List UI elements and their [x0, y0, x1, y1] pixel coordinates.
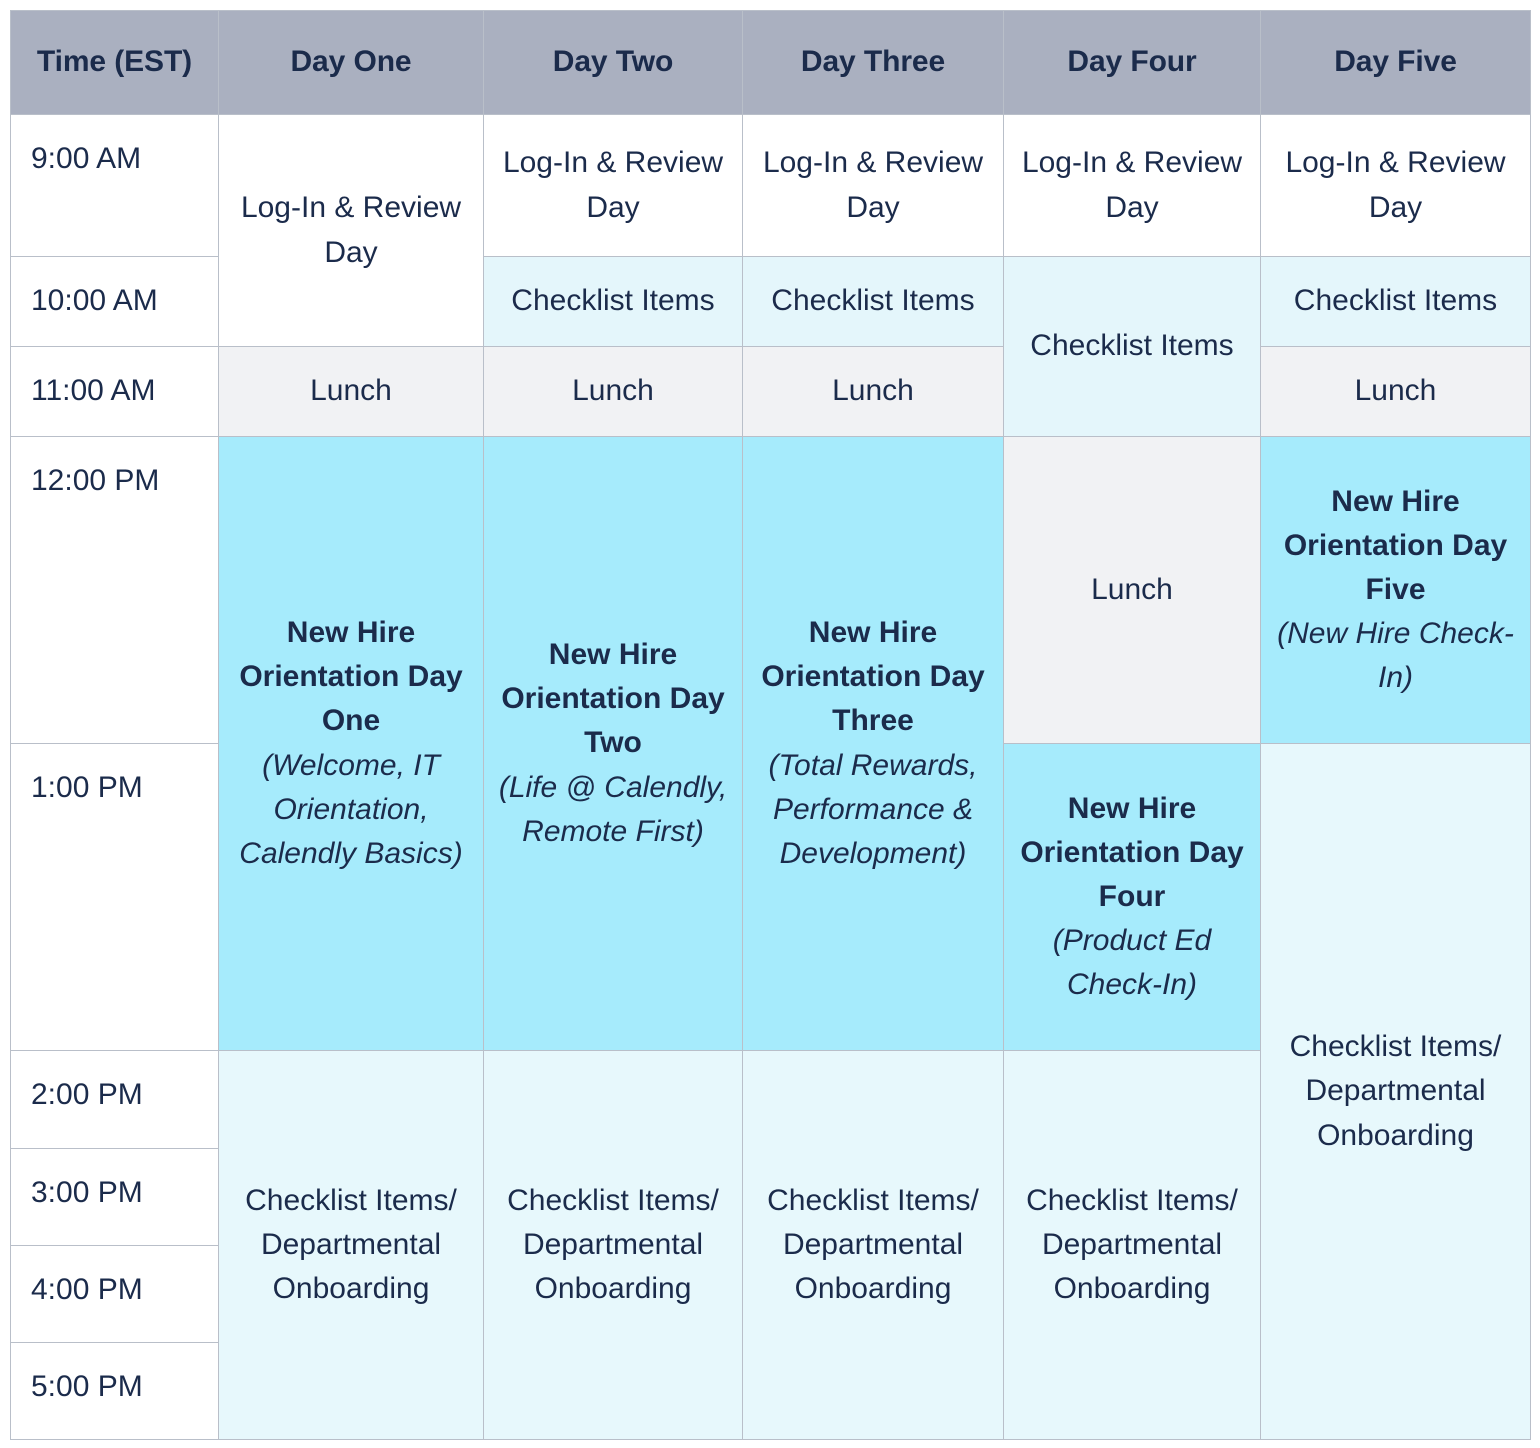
cell-day-three-login-review: Log-In & Review Day	[742, 114, 1004, 257]
cell-day-two-orientation: New Hire Orientation Day Two (Life @ Cal…	[483, 436, 743, 1051]
orientation-day-four-title: New Hire Orientation Day Four	[1020, 791, 1244, 913]
cell-day-four-orientation: New Hire Orientation Day Four (Product E…	[1003, 743, 1261, 1051]
cell-day-five-login-review: Log-In & Review Day	[1260, 114, 1531, 257]
cell-day-three-orientation: New Hire Orientation Day Three (Total Re…	[742, 436, 1004, 1051]
cell-day-two-lunch: Lunch	[483, 346, 743, 437]
column-header-day-five: Day Five	[1260, 10, 1531, 115]
time-label-11am: 11:00 AM	[10, 346, 219, 437]
time-label-9am: 9:00 AM	[10, 114, 219, 257]
orientation-day-two-subtitle: (Life @ Calendly, Remote First)	[498, 770, 728, 848]
orientation-day-five-title: New Hire Orientation Day Five	[1283, 484, 1508, 606]
time-label-12pm: 12:00 PM	[10, 436, 219, 744]
cell-day-two-checklist: Checklist Items	[483, 256, 743, 347]
table-header: Time (EST) Day One Day Two Day Three Day…	[10, 10, 1531, 115]
cell-day-four-lunch: Lunch	[1003, 436, 1261, 744]
table-row: 12:00 PM New Hire Orientation Day One (W…	[10, 436, 1531, 1051]
cell-day-five-checklist-departmental: Checklist Items/ Departmental Onboarding	[1260, 743, 1531, 1440]
cell-day-five-lunch: Lunch	[1260, 346, 1531, 437]
time-label-1pm: 1:00 PM	[10, 743, 219, 1051]
cell-day-three-lunch: Lunch	[742, 346, 1004, 437]
cell-day-four-checklist: Checklist Items	[1003, 256, 1261, 437]
table-row: 11:00 AM Lunch Lunch Lunch Lunch	[10, 346, 1531, 437]
column-header-day-one: Day One	[218, 10, 484, 115]
time-label-5pm: 5:00 PM	[10, 1342, 219, 1440]
orientation-day-three-subtitle: (Total Rewards, Performance & Developmen…	[768, 748, 978, 870]
cell-day-one-login-review: Log-In & Review Day	[218, 114, 484, 347]
cell-day-three-checklist-departmental: Checklist Items/ Departmental Onboarding	[742, 1050, 1004, 1440]
time-label-2pm: 2:00 PM	[10, 1050, 219, 1149]
cell-day-four-checklist-departmental: Checklist Items/ Departmental Onboarding	[1003, 1050, 1261, 1440]
cell-day-two-checklist-departmental: Checklist Items/ Departmental Onboarding	[483, 1050, 743, 1440]
column-header-day-two: Day Two	[483, 10, 743, 115]
cell-day-three-checklist: Checklist Items	[742, 256, 1004, 347]
cell-day-one-orientation: New Hire Orientation Day One (Welcome, I…	[218, 436, 484, 1051]
cell-day-five-checklist: Checklist Items	[1260, 256, 1531, 347]
orientation-day-three-title: New Hire Orientation Day Three	[761, 616, 985, 738]
column-header-day-four: Day Four	[1003, 10, 1261, 115]
column-header-time: Time (EST)	[10, 10, 219, 115]
header-row: Time (EST) Day One Day Two Day Three Day…	[10, 10, 1531, 115]
table-row: 9:00 AM Log-In & Review Day Log-In & Rev…	[10, 114, 1531, 347]
onboarding-schedule-container: Time (EST) Day One Day Two Day Three Day…	[0, 0, 1540, 1448]
cell-day-one-lunch: Lunch	[218, 346, 484, 437]
orientation-day-one-title: New Hire Orientation Day One	[239, 616, 463, 738]
cell-day-two-login-review: Log-In & Review Day	[483, 114, 743, 257]
time-label-10am: 10:00 AM	[10, 256, 219, 347]
cell-day-one-checklist-departmental: Checklist Items/ Departmental Onboarding	[218, 1050, 484, 1440]
time-label-3pm: 3:00 PM	[10, 1148, 219, 1246]
column-header-day-three: Day Three	[742, 10, 1004, 115]
cell-day-four-login-review: Log-In & Review Day	[1003, 114, 1261, 257]
orientation-day-two-title: New Hire Orientation Day Two	[501, 638, 725, 760]
orientation-day-five-subtitle: (New Hire Check-In)	[1277, 617, 1514, 695]
cell-day-five-orientation: New Hire Orientation Day Five (New Hire …	[1260, 436, 1531, 744]
orientation-day-four-subtitle: (Product Ed Check-In)	[1052, 924, 1212, 1002]
table-body: 9:00 AM Log-In & Review Day Log-In & Rev…	[10, 114, 1531, 1440]
orientation-day-one-subtitle: (Welcome, IT Orientation, Calendly Basic…	[239, 748, 463, 870]
time-label-4pm: 4:00 PM	[10, 1245, 219, 1343]
onboarding-schedule-table: Time (EST) Day One Day Two Day Three Day…	[10, 10, 1531, 1440]
